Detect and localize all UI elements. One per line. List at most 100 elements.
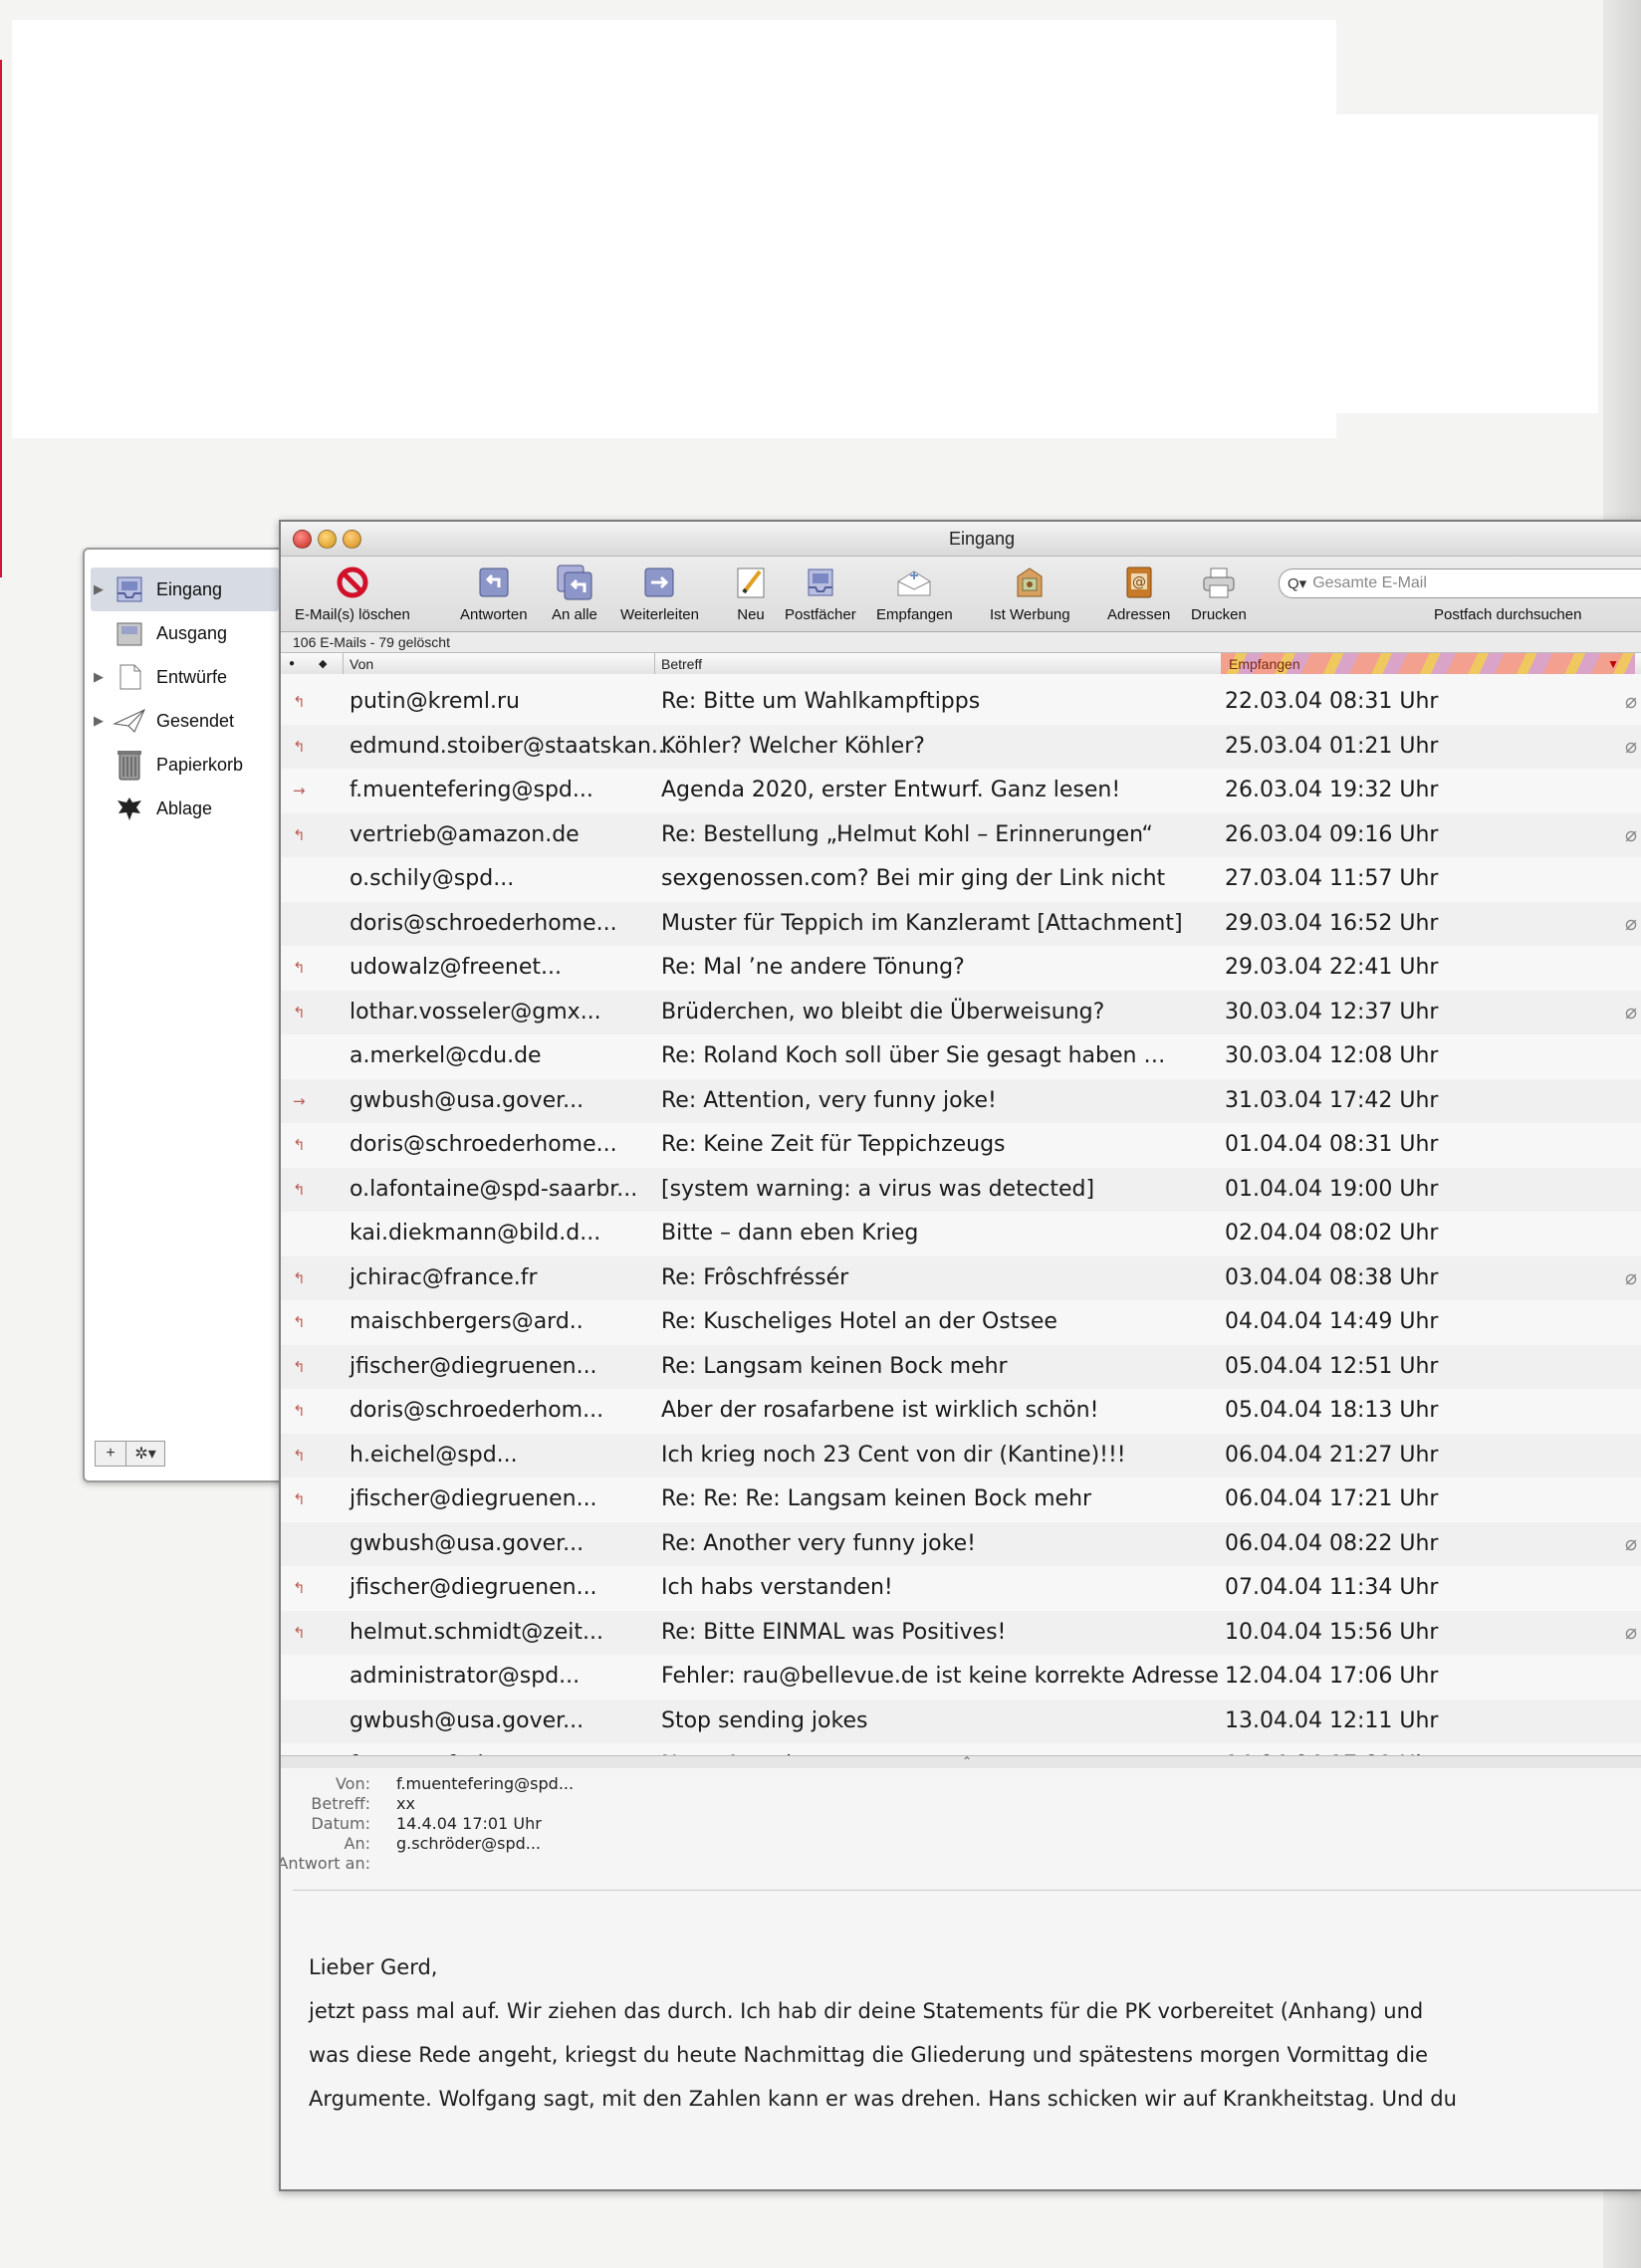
- message-status-icon: ↰: [293, 1623, 306, 1642]
- message-date: 29.03.04 16:52 Uhr: [1225, 910, 1439, 936]
- message-row[interactable]: ↰ h.eichel@spd... Ich krieg noch 23 Cent v…: [281, 1433, 1641, 1477]
- svg-text:@: @: [1132, 574, 1146, 590]
- message-date: 10.04.04 15:56 Uhr: [1225, 1619, 1439, 1645]
- mailbox-list: ▶ Eingang Ausgang ▶ Entwürfe ▶ Gesendet Papierk…: [91, 567, 279, 830]
- sort-descending-icon: ▼: [1607, 657, 1619, 671]
- flag-column-icon[interactable]: ◆: [319, 653, 327, 675]
- disclosure-triangle-icon[interactable]: ▶: [91, 669, 107, 685]
- attachment-paperclip-icon: ⌀: [1625, 733, 1638, 758]
- mailboxes-button[interactable]: Postfächer: [785, 563, 856, 623]
- address-book-label: Adressen: [1107, 606, 1171, 623]
- attachment-paperclip-icon: ⌀: [1625, 821, 1638, 846]
- message-row[interactable]: gwbush@usa.gover... Stop sending jokes 13.…: [281, 1699, 1641, 1743]
- message-row[interactable]: a.merkel@cdu.de Re: Roland Koch soll über…: [281, 1034, 1641, 1079]
- column-received[interactable]: Empfangen ▼: [1221, 653, 1635, 675]
- message-row[interactable]: ↰ jchirac@france.fr Re: Frôschfréssér 03.04…: [281, 1255, 1641, 1300]
- mailbox-action-button[interactable]: ✲▾: [126, 1441, 165, 1467]
- message-row[interactable]: ↰ vertrieb@amazon.de Re: Bestellung „Helmu…: [281, 812, 1641, 857]
- address-book-icon: @: [1119, 563, 1159, 602]
- mailbox-item-papierkorb[interactable]: Papierkorb: [91, 743, 279, 787]
- column-headers: ● ◆ Von Betreff Empfangen ▼: [281, 653, 1641, 676]
- trash-icon: [113, 748, 146, 782]
- eagle-crest-icon: [113, 792, 146, 825]
- get-mail-button[interactable]: Empfangen: [876, 563, 953, 623]
- message-row[interactable]: administrator@spd... Fehler: rau@bellevue…: [281, 1655, 1641, 1700]
- reply-icon: [474, 563, 514, 602]
- message-row[interactable]: gwbush@usa.gover... Re: Another very funn…: [281, 1521, 1641, 1566]
- preview-header-value[interactable]: f.muentefering@spd...: [396, 1774, 574, 1793]
- column-from[interactable]: Von: [343, 653, 373, 675]
- message-subject: Re: Roland Koch soll über Sie gesagt hab…: [661, 1043, 1166, 1068]
- attachment-paperclip-icon: ⌀: [1625, 1619, 1638, 1644]
- message-row[interactable]: ↰ doris@schroederhom... Aber der rosafarbe…: [281, 1389, 1641, 1434]
- message-row[interactable]: kai.diekmann@bild.d... Bitte – dann eben …: [281, 1212, 1641, 1256]
- mailbox-item-gesendet[interactable]: ▶ Gesendet: [91, 699, 279, 743]
- message-row[interactable]: doris@schroederhome... Muster für Teppich…: [281, 901, 1641, 946]
- message-subject: Agenda 2020, erster Entwurf. Ganz lesen!: [661, 778, 1121, 802]
- print-button[interactable]: Drucken: [1191, 563, 1247, 623]
- message-from: o.lafontaine@spd-saarbr...: [350, 1176, 638, 1202]
- message-row[interactable]: ↰ jfischer@diegruenen... Re: Re: Re: Langs…: [281, 1477, 1641, 1522]
- message-status-icon: ↰: [293, 1402, 306, 1420]
- preview-splitter[interactable]: ⌃: [281, 1754, 1641, 1769]
- message-status-icon: ↰: [293, 1490, 306, 1508]
- message-row[interactable]: ↰ putin@kreml.ru Re: Bitte um Wahlkampftip…: [281, 680, 1641, 725]
- message-subject: Ich habs verstanden!: [661, 1575, 893, 1600]
- message-row[interactable]: ↰ jfischer@diegruenen... Ich habs verstand…: [281, 1566, 1641, 1611]
- search-placeholder: Gesamte E-Mail: [1312, 574, 1427, 591]
- junk-button[interactable]: Ist Werbung: [990, 563, 1070, 623]
- message-row[interactable]: ↰ doris@schroederhome... Re: Keine Zeit fü…: [281, 1123, 1641, 1168]
- message-date: 06.04.04 17:21 Uhr: [1225, 1486, 1439, 1511]
- message-row[interactable]: ↰ edmund.stoiber@staatskan... Köhler? Welc…: [281, 724, 1641, 769]
- reply-button[interactable]: Antworten: [460, 563, 528, 623]
- preview-header-key: Antwort an:: [279, 1854, 370, 1873]
- delete-button[interactable]: E-Mail(s) löschen: [295, 563, 410, 623]
- new-message-button[interactable]: Neu: [731, 563, 771, 623]
- read-status-column-icon[interactable]: ●: [289, 653, 295, 675]
- message-row[interactable]: ↰ helmut.schmidt@zeit... Re: Bitte EINMAL …: [281, 1610, 1641, 1655]
- message-subject: [system warning: a virus was detected]: [661, 1176, 1095, 1202]
- message-count-status: 106 E-Mails - 79 gelöscht: [281, 632, 1641, 653]
- message-status-icon: ↰: [293, 1579, 306, 1597]
- message-row[interactable]: ↰ udowalz@freenet... Re: Mal ’ne andere Tö…: [281, 946, 1641, 991]
- message-subject: Re: Re: Re: Langsam keinen Bock mehr: [661, 1486, 1092, 1511]
- message-row[interactable]: ↰ jfischer@diegruenen... Re: Langsam keine…: [281, 1344, 1641, 1389]
- message-subject: Bitte – dann eben Krieg: [661, 1221, 919, 1246]
- message-date: 06.04.04 21:27 Uhr: [1225, 1442, 1439, 1468]
- preview-header-value[interactable]: xx: [396, 1794, 415, 1813]
- disclosure-triangle-icon[interactable]: ▶: [91, 581, 107, 597]
- mailbox-item-ausgang[interactable]: Ausgang: [91, 611, 279, 655]
- message-row[interactable]: ↰ lothar.vosseler@gmx... Brüderchen, wo bl…: [281, 990, 1641, 1034]
- disclosure-triangle-icon[interactable]: ▶: [91, 713, 107, 729]
- reply-all-button[interactable]: An alle: [552, 563, 597, 623]
- message-row[interactable]: o.schily@spd... sexgenossen.com? Bei mir …: [281, 857, 1641, 902]
- message-subject: Re: Mal ’ne andere Tönung?: [661, 955, 965, 980]
- message-status-icon: ↰: [293, 1003, 306, 1021]
- preview-header-value[interactable]: g.schröder@spd...: [396, 1834, 541, 1853]
- preview-header-value[interactable]: 14.4.04 17:01 Uhr: [396, 1814, 542, 1833]
- column-subject[interactable]: Betreff: [654, 653, 1219, 675]
- message-date: 01.04.04 08:31 Uhr: [1225, 1132, 1439, 1157]
- add-mailbox-button[interactable]: +: [95, 1441, 126, 1467]
- preview-body-line: Argumente. Wolfgang sagt, mit den Zahlen…: [309, 2087, 1457, 2111]
- address-book-button[interactable]: @ Adressen: [1107, 563, 1170, 623]
- forward-button[interactable]: Weiterleiten: [620, 563, 699, 623]
- mailbox-label: Ablage: [156, 797, 213, 818]
- junk-label: Ist Werbung: [990, 606, 1070, 623]
- mailbox-item-eingang[interactable]: ▶ Eingang: [91, 567, 279, 611]
- message-from: gwbush@usa.gover...: [350, 1530, 585, 1556]
- message-row[interactable]: → f.muentefering@spd... Agenda 2020, erste…: [281, 769, 1641, 813]
- mailbox-item-entwürfe[interactable]: ▶ Entwürfe: [91, 655, 279, 699]
- attachment-paperclip-icon: ⌀: [1625, 1530, 1638, 1555]
- message-row[interactable]: ↰ o.lafontaine@spd-saarbr... [system warni…: [281, 1167, 1641, 1212]
- mailbox-item-ablage[interactable]: Ablage: [91, 787, 279, 830]
- title-bar[interactable]: Eingang: [281, 522, 1641, 557]
- message-subject: Re: Bestellung „Helmut Kohl – Erinnerung…: [661, 821, 1153, 847]
- preview-body: Lieber Gerd, jetzt pass mal auf. Wir zieh…: [309, 1945, 1504, 2121]
- reply-label: Antworten: [460, 606, 528, 623]
- search-field[interactable]: Q▾ Gesamte E-Mail: [1279, 568, 1641, 598]
- message-row[interactable]: ↰ maischbergers@ard.. Re: Kuscheliges Hote…: [281, 1300, 1641, 1345]
- reply-all-icon: [555, 563, 594, 602]
- message-row[interactable]: → gwbush@usa.gover... Re: Attention, very …: [281, 1078, 1641, 1123]
- message-subject: Re: Langsam keinen Bock mehr: [661, 1353, 1008, 1379]
